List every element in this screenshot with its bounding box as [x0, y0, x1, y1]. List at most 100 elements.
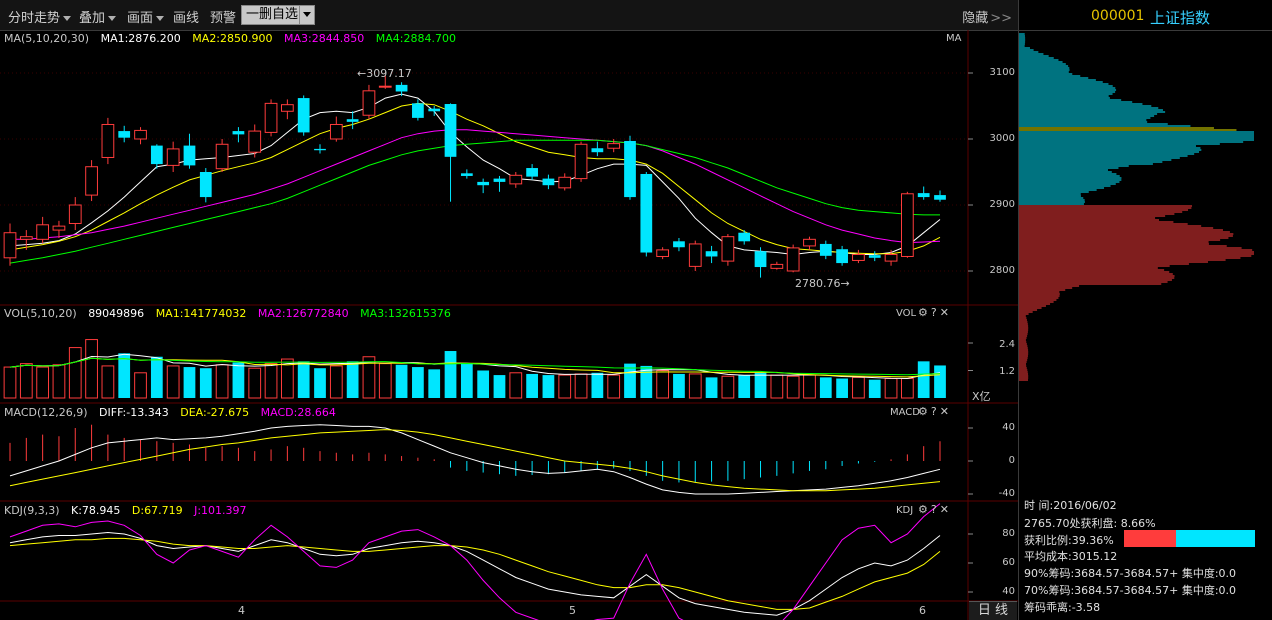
info-profit-ratio: 获利比例:39.36% — [1024, 534, 1114, 547]
candle-body-up — [509, 174, 523, 185]
close-icon[interactable]: ✕ — [940, 503, 952, 516]
ma-line-ma1 — [9, 93, 941, 256]
candle-body-down — [444, 104, 457, 157]
volume-bar-down — [232, 362, 245, 398]
candle-body-down — [346, 119, 359, 122]
volume-bar-down — [542, 375, 555, 398]
gear-icon[interactable]: ⚙ — [918, 306, 931, 319]
ma-title: MA(5,10,20,30) — [4, 32, 90, 45]
diff-value: DIFF:-13.343 — [99, 406, 169, 419]
volume-bar-down — [836, 378, 848, 398]
ma3-value: MA3:2844.850 — [284, 32, 365, 45]
kdj-tag: KDJ — [896, 505, 914, 516]
candle-body-up — [803, 238, 816, 247]
candle-body-up — [280, 104, 294, 112]
volume-bar-up — [884, 378, 898, 399]
candle-body-up — [786, 247, 800, 272]
macd-histogram — [9, 424, 941, 483]
volume-bar-up — [574, 373, 588, 399]
close-icon[interactable]: ✕ — [940, 306, 952, 319]
candle-body-down — [542, 178, 555, 186]
volume-bar-down — [738, 375, 751, 398]
volume-bar-down — [118, 353, 131, 398]
k-value: K:78.945 — [71, 504, 121, 517]
volume-bar-down — [591, 372, 604, 398]
candle-body-down — [232, 131, 245, 135]
volume-bar-down — [754, 372, 767, 398]
volume-bar-up — [607, 374, 621, 399]
xaxis-label-4: 4 — [238, 604, 245, 617]
candle-body-up — [264, 102, 278, 133]
vol-tag: VOL — [896, 308, 917, 319]
help-icon[interactable]: ? — [931, 503, 940, 516]
candle-body-down — [395, 84, 408, 92]
volume-bar-up — [378, 363, 392, 399]
volume-bar-up — [85, 339, 98, 399]
candle-body-down — [183, 145, 196, 166]
volume-bar-up — [166, 365, 180, 399]
candle-body-up — [215, 143, 229, 170]
candle-body-up — [900, 193, 914, 257]
candle-body-down — [673, 241, 685, 248]
volume-bar-down — [934, 365, 946, 398]
high-price-value: 3097.17 — [366, 67, 412, 80]
macd-value: MACD:28.664 — [260, 406, 336, 419]
candle-body-up — [329, 123, 343, 140]
close-icon[interactable]: ✕ — [940, 405, 952, 418]
candle-body-up — [19, 236, 33, 240]
volume-bar-down — [917, 361, 930, 398]
candle-body-down — [705, 251, 718, 257]
volume-bar-up — [101, 365, 115, 399]
volume-bar-up — [52, 364, 66, 399]
gear-icon[interactable]: ⚙ — [918, 503, 931, 516]
info-chip70: 70%筹码:3684.57-3684.57+ 集中度:0.0 — [1024, 582, 1236, 598]
xaxis-label-5: 5 — [569, 604, 576, 617]
candle-body-up — [85, 166, 98, 196]
info-deviation: 筹码乖离:-3.58 — [1024, 601, 1101, 614]
candle-body-down — [526, 168, 538, 177]
candles — [3, 74, 946, 278]
ma-line-ma2 — [9, 102, 941, 255]
vol-ma2-value: MA2:126772840 — [257, 307, 349, 320]
volume-bar-up — [852, 376, 865, 399]
info-chip90: 90%筹码:3684.57-3684.57+ 集中度:0.0 — [1024, 565, 1236, 581]
high-price-label: ←3097.17 — [357, 67, 412, 80]
candle-body-down — [624, 140, 636, 198]
gear-icon[interactable]: ⚙ — [918, 405, 931, 418]
ma1-value: MA1:2876.200 — [100, 32, 181, 45]
volume-bar-down — [673, 373, 685, 398]
candle-body-up — [101, 123, 115, 158]
conc90-value: 集中度:0.0 — [1181, 567, 1237, 580]
low-price-value: 2780.76 — [795, 277, 841, 290]
macd-panel-controls: ⚙?✕ — [918, 405, 952, 418]
volume-bar-up — [3, 366, 17, 399]
volume-bar-down — [428, 369, 441, 398]
candle-body-up — [68, 204, 82, 224]
candle-body-down — [591, 148, 604, 153]
info-time-label: 时 间: — [1024, 499, 1054, 512]
help-icon[interactable]: ? — [931, 306, 940, 319]
ma-line-ma3 — [10, 129, 941, 244]
kdj-line-k — [9, 531, 941, 616]
volume-bar-down — [346, 361, 359, 398]
candle-body-up — [134, 129, 147, 140]
candle-body-down — [868, 255, 881, 258]
ma2-value: MA2:2850.900 — [192, 32, 273, 45]
candle-body-up — [248, 130, 262, 153]
volume-bar-up — [509, 372, 523, 399]
period-tab-daily[interactable]: 日 线 — [969, 601, 1017, 620]
candle-body-down — [428, 108, 441, 112]
volume-bar-up — [134, 372, 147, 399]
volume-bar-up — [215, 364, 229, 399]
volume-bar-down — [395, 364, 408, 398]
volume-bar-down — [183, 367, 196, 398]
volume-bar-up — [329, 365, 343, 399]
candle-body-down — [640, 173, 653, 253]
macd-line-diff — [9, 424, 941, 495]
low-price-label: 2780.76→ — [795, 277, 850, 290]
candle-body-down — [412, 103, 424, 118]
candle-body-down — [199, 172, 212, 198]
macd-tick-0: 0 — [1008, 455, 1015, 466]
kdj-title: KDJ(9,3,3) — [4, 504, 60, 517]
help-icon[interactable]: ? — [931, 405, 940, 418]
